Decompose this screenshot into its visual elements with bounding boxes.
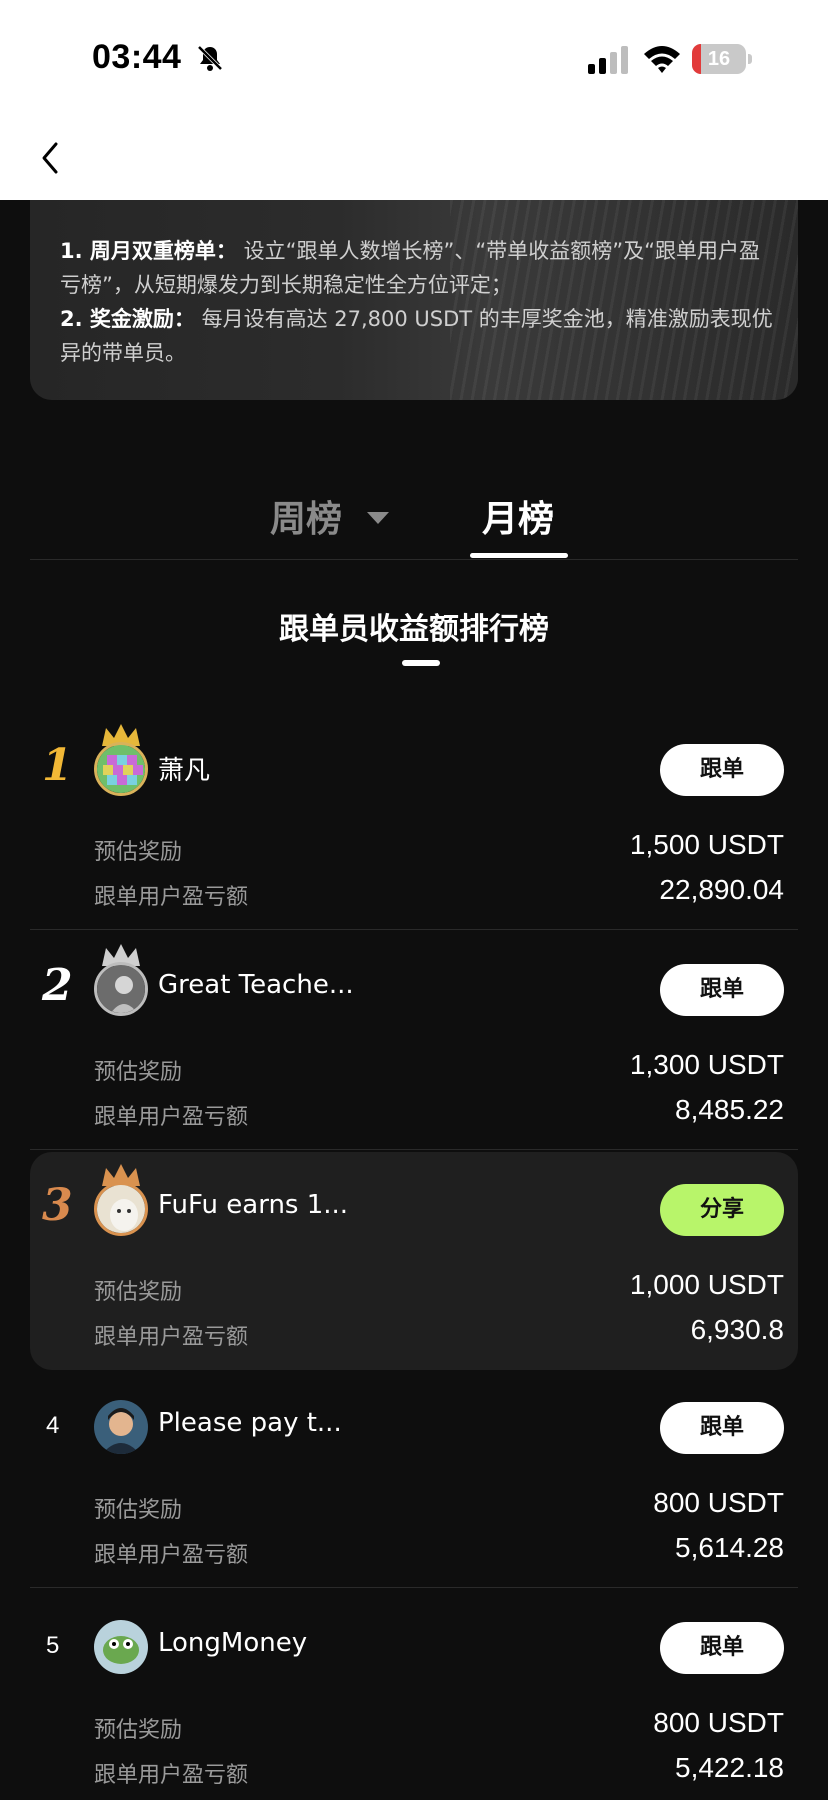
banner-item-1-title: 1. 周月双重榜单： bbox=[60, 239, 237, 263]
period-tabs: 周榜 月榜 bbox=[30, 490, 798, 560]
reward-label: 预估奖励 bbox=[94, 1060, 183, 1085]
wifi-icon bbox=[644, 46, 680, 73]
banner-item-2: 2. 奖金激励： 每月设有高达 27,800 USDT 的丰厚奖金池，精准激励表… bbox=[60, 302, 780, 370]
pnl-value: 6,930.8 bbox=[690, 1314, 784, 1345]
reward-label: 预估奖励 bbox=[94, 840, 183, 865]
banner-item-2-title: 2. 奖金激励： bbox=[60, 307, 195, 331]
pnl-label: 跟单用户盈亏额 bbox=[94, 885, 249, 910]
caret-down-icon[interactable] bbox=[367, 512, 389, 524]
tab-active-indicator bbox=[470, 553, 568, 558]
pnl-label: 跟单用户盈亏额 bbox=[94, 1105, 249, 1130]
ranking-row: 5 LongMoney 跟单 预估奖励 800 USDT 跟单用户盈亏额 5,4… bbox=[30, 1590, 798, 1800]
status-nav-bar: 03:44 16 bbox=[0, 0, 828, 200]
banner-item-1: 1. 周月双重榜单： 设立“跟单人数增长榜”、“带单收益额榜”及“跟单用户盈亏榜… bbox=[60, 234, 780, 302]
section-title: 跟单员收益额排行榜 bbox=[279, 612, 549, 647]
follow-button[interactable]: 跟单 bbox=[660, 1622, 784, 1674]
tab-week[interactable]: 周榜 bbox=[270, 490, 342, 542]
rank-number: 4 bbox=[46, 1412, 60, 1439]
avatar[interactable] bbox=[94, 962, 148, 1016]
avatar[interactable] bbox=[94, 1182, 148, 1236]
battery-icon: 16 bbox=[692, 44, 752, 74]
reward-value: 800 USDT bbox=[653, 1707, 784, 1738]
follow-button[interactable]: 跟单 bbox=[660, 744, 784, 796]
trader-name[interactable]: Please pay t... bbox=[158, 1408, 342, 1438]
pnl-value: 22,890.04 bbox=[659, 874, 784, 905]
section-title-underline bbox=[402, 660, 440, 666]
pnl-value: 5,422.18 bbox=[675, 1752, 784, 1783]
pnl-label: 跟单用户盈亏额 bbox=[94, 1543, 249, 1568]
bell-off-icon bbox=[197, 45, 223, 71]
pnl-value: 5,614.28 bbox=[675, 1532, 784, 1563]
rank-number: 1 bbox=[42, 740, 73, 791]
ranking-row-current-user: 3 FuFu earns 1... 分享 预估奖励 1,000 USDT 跟单用… bbox=[30, 1152, 798, 1370]
avatar[interactable] bbox=[94, 1620, 148, 1674]
follow-button[interactable]: 跟单 bbox=[660, 964, 784, 1016]
status-time: 03:44 bbox=[92, 38, 182, 76]
reward-label: 预估奖励 bbox=[94, 1498, 183, 1523]
trader-name[interactable]: Great Teache... bbox=[158, 970, 354, 1000]
reward-value: 1,000 USDT bbox=[629, 1269, 784, 1300]
cellular-signal-icon bbox=[588, 46, 628, 74]
ranking-row: 4 Please pay t... 跟单 预估奖励 800 USDT 跟单用户盈… bbox=[30, 1370, 798, 1588]
reward-label: 预估奖励 bbox=[94, 1718, 183, 1743]
trader-name[interactable]: 萧凡 bbox=[158, 750, 210, 787]
back-chevron-icon[interactable] bbox=[32, 136, 72, 180]
tab-month[interactable]: 月榜 bbox=[482, 490, 554, 542]
reward-value: 1,500 USDT bbox=[629, 829, 784, 860]
pnl-label: 跟单用户盈亏额 bbox=[94, 1763, 249, 1788]
reward-label: 预估奖励 bbox=[94, 1280, 183, 1305]
trader-name[interactable]: FuFu earns 1... bbox=[158, 1190, 348, 1220]
follow-button[interactable]: 跟单 bbox=[660, 1402, 784, 1454]
pnl-label: 跟单用户盈亏额 bbox=[94, 1325, 249, 1350]
reward-value: 1,300 USDT bbox=[629, 1049, 784, 1080]
pnl-value: 8,485.22 bbox=[675, 1094, 784, 1125]
avatar[interactable] bbox=[94, 1400, 148, 1454]
rules-banner: 1. 周月双重榜单： 设立“跟单人数增长榜”、“带单收益额榜”及“跟单用户盈亏榜… bbox=[30, 200, 798, 400]
rank-number: 2 bbox=[42, 960, 73, 1011]
battery-label: 16 bbox=[707, 48, 731, 70]
ranking-row: 2 Great Teache... 跟单 预估奖励 1,300 USDT 跟单用… bbox=[30, 932, 798, 1150]
ranking-row: 1 萧凡 跟单 预估奖励 1,500 USDT 跟单用户盈亏额 22,890.0… bbox=[30, 712, 798, 930]
avatar[interactable] bbox=[94, 742, 148, 796]
trader-name[interactable]: LongMoney bbox=[158, 1628, 307, 1658]
rank-number: 3 bbox=[42, 1180, 73, 1231]
share-button[interactable]: 分享 bbox=[660, 1184, 784, 1236]
rank-number: 5 bbox=[46, 1632, 60, 1659]
reward-value: 800 USDT bbox=[653, 1487, 784, 1518]
